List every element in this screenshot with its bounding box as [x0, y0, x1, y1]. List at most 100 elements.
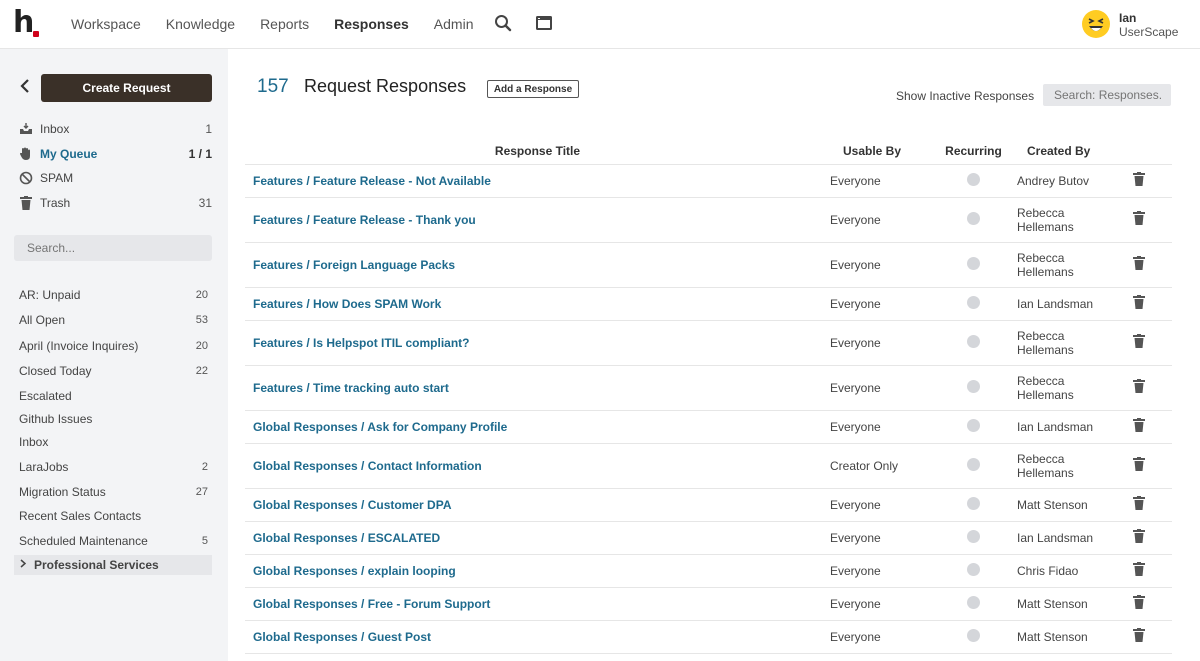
folder-count: 1 [205, 122, 212, 136]
filter-item[interactable]: Scheduled Maintenance 5 [19, 533, 208, 549]
created-by-cell: Chris Fidao [1017, 554, 1117, 588]
sidebar-folder-trash[interactable]: Trash 31 [18, 194, 212, 212]
nav-workspace[interactable]: Workspace [71, 16, 141, 33]
response-title-link[interactable]: Global Responses / Free - Forum Support [245, 587, 830, 621]
table-row[interactable]: Features / Foreign Language Packs Everyon… [245, 242, 1172, 288]
table-row[interactable]: Features / Time tracking auto start Every… [245, 365, 1172, 411]
usable-by-cell: Everyone [830, 287, 930, 321]
table-row[interactable]: Features / Is Helpspot ITIL compliant? Ev… [245, 320, 1172, 366]
trash-icon[interactable] [1133, 379, 1145, 396]
table-row[interactable]: Global Responses / Customer DPA Everyone M… [245, 488, 1172, 522]
response-title-link[interactable]: Features / Feature Release - Not Availab… [245, 164, 830, 198]
filter-item[interactable]: April (Invoice Inquires) 20 [19, 338, 208, 354]
response-title-link[interactable]: Global Responses / Contact Information [245, 443, 830, 489]
table-row[interactable]: Global Responses / Free - Forum Support E… [245, 587, 1172, 621]
user-avatar[interactable] [1081, 9, 1111, 39]
response-title-link[interactable]: Global Responses / Customer DPA [245, 488, 830, 522]
filter-item[interactable]: Closed Today 22 [19, 363, 208, 379]
response-title-link[interactable]: Global Responses / explain looping [245, 554, 830, 588]
recurring-cell [930, 587, 1017, 621]
filter-item[interactable]: LaraJobs 2 [19, 459, 208, 475]
creator-name: Ian Landsman [1017, 296, 1094, 311]
responses-search-input[interactable] [1043, 84, 1171, 106]
add-response-button[interactable]: Add a Response [487, 80, 579, 98]
creator-name: Andrey Butov [1017, 173, 1090, 188]
filter-label: Github Issues [19, 412, 93, 426]
recurring-cell [930, 443, 1017, 489]
table-row[interactable]: Features / How Does SPAM Work Everyone Ian… [245, 287, 1172, 321]
table-row[interactable]: Features / Feature Release - Thank you Ev… [245, 197, 1172, 243]
nav-reports[interactable]: Reports [260, 16, 309, 33]
sidebar-folder-inbox[interactable]: Inbox 1 [18, 120, 212, 138]
response-title-link[interactable]: Global Responses / Ask for Company Profi… [245, 410, 830, 444]
filter-item[interactable]: Inbox [19, 434, 208, 450]
trash-icon[interactable] [1133, 211, 1145, 228]
sidebar-folder-my-queue[interactable]: My Queue 1 / 1 [18, 145, 212, 163]
creator-name: Matt Stenson [1017, 497, 1088, 512]
created-by-cell: Matt Stenson [1017, 620, 1117, 654]
table-row[interactable]: Global Responses / ESCALATED Everyone Ian … [245, 521, 1172, 555]
filter-item[interactable]: Github Issues [19, 411, 208, 427]
nav-responses[interactable]: Responses [334, 16, 409, 33]
trash-icon[interactable] [1133, 334, 1145, 351]
create-request-button[interactable]: Create Request [41, 74, 212, 102]
nav-knowledge[interactable]: Knowledge [166, 16, 235, 33]
table-row[interactable]: Global Responses / Ask for Company Profi… [245, 410, 1172, 444]
response-title-link[interactable]: Global Responses / Guest Post [245, 620, 830, 654]
trash-icon[interactable] [1133, 418, 1145, 435]
recurring-indicator [967, 256, 980, 270]
trash-icon[interactable] [1133, 256, 1145, 273]
trash-icon[interactable] [1133, 529, 1145, 546]
created-by-cell: Ian Landsman [1017, 521, 1117, 555]
trash-icon[interactable] [1133, 496, 1145, 513]
sidebar-folder-spam[interactable]: SPAM [18, 169, 212, 187]
recurring-cell [930, 320, 1017, 366]
trash-icon[interactable] [1133, 628, 1145, 645]
recurring-indicator [967, 334, 980, 348]
filter-group-professional-services[interactable]: Professional Services [14, 555, 212, 575]
delete-cell [1117, 287, 1172, 321]
nav-admin[interactable]: Admin [434, 16, 474, 33]
trash-icon[interactable] [1133, 457, 1145, 474]
table-row[interactable]: Global Responses / Contact Information Cr… [245, 443, 1172, 489]
recurring-cell [930, 242, 1017, 288]
table-row[interactable]: Features / Feature Release - Not Availab… [245, 164, 1172, 198]
table-row[interactable]: Global Responses / Guest Post Everyone Mat… [245, 620, 1172, 654]
table-row[interactable]: Global Responses / explain looping Everyo… [245, 554, 1172, 588]
usable-by-cell: Everyone [830, 242, 930, 288]
search-icon[interactable] [494, 14, 514, 34]
response-title-link[interactable]: Global Responses / ESCALATED [245, 521, 830, 555]
filter-item[interactable]: Escalated [19, 388, 208, 404]
collapse-sidebar-icon[interactable] [20, 79, 30, 98]
user-name[interactable]: Ian [1119, 11, 1136, 25]
response-title-link[interactable]: Features / Foreign Language Packs [245, 242, 830, 288]
filter-item[interactable]: Migration Status 27 [19, 484, 208, 500]
filter-label: Inbox [19, 435, 49, 449]
column-header-recurring[interactable]: Recurring [930, 138, 1017, 165]
trash-icon[interactable] [1133, 562, 1145, 579]
creator-name: Rebecca Hellemans [1017, 373, 1074, 402]
helpspot-logo[interactable]: h [13, 8, 43, 39]
folder-label: SPAM [40, 171, 74, 185]
created-by-cell: Rebecca Hellemans [1017, 320, 1117, 366]
filter-item[interactable]: All Open 53 [19, 312, 208, 328]
filter-item[interactable]: Recent Sales Contacts [19, 508, 208, 524]
trash-icon[interactable] [1133, 295, 1145, 312]
creator-name: Ian Landsman [1017, 419, 1094, 434]
delete-cell [1117, 488, 1172, 522]
recurring-cell [930, 365, 1017, 411]
response-title-link[interactable]: Features / How Does SPAM Work [245, 287, 830, 321]
recurring-indicator [967, 418, 980, 432]
response-title-link[interactable]: Features / Time tracking auto start [245, 365, 830, 411]
trash-icon[interactable] [1133, 595, 1145, 612]
column-header-created-by[interactable]: Created By [1017, 138, 1117, 165]
filter-item[interactable]: AR: Unpaid 20 [19, 287, 208, 303]
window-icon[interactable] [535, 14, 555, 34]
response-title-link[interactable]: Features / Feature Release - Thank you [245, 197, 830, 243]
column-header-usable-by[interactable]: Usable By [830, 138, 930, 165]
sidebar-search-input[interactable] [14, 235, 212, 261]
response-title-link[interactable]: Features / Is Helpspot ITIL compliant? [245, 320, 830, 366]
column-header-title[interactable]: Response Title [245, 138, 830, 165]
trash-icon[interactable] [1133, 172, 1145, 189]
show-inactive-responses-link[interactable]: Show Inactive Responses [896, 89, 1034, 103]
